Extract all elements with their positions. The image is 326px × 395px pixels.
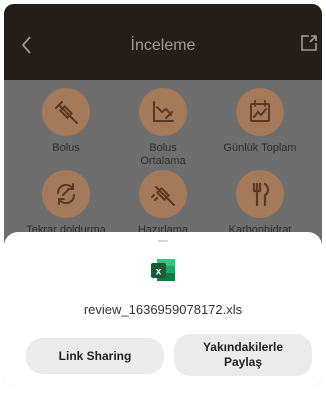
fork-knife-icon [236,170,284,218]
page-title: İnceleme [130,37,196,54]
tile-daily-total[interactable]: Günlük Toplam [212,88,308,155]
share-button[interactable] [300,34,318,52]
chart-average-icon [139,88,187,136]
svg-text:x: x [156,267,162,278]
nearby-share-button[interactable]: Yakındakilerle Paylaş [174,334,312,376]
link-sharing-button[interactable]: Link Sharing [26,338,164,374]
tile-label: Günlük Toplam [223,142,297,154]
app-screen: İnceleme Bolus Bolus Ortalama Günlük Top… [4,4,322,387]
syringe-icon [42,88,90,136]
link-sharing-label: Link Sharing [58,348,132,363]
tile-label: Bolus Ortalama [140,142,186,167]
share-external-icon [301,35,317,51]
app-header: İnceleme [4,4,322,80]
tile-refill[interactable]: Tekrar doldurma [18,170,114,237]
tile-bolus[interactable]: Bolus [18,88,114,155]
prime-syringe-icon [139,170,187,218]
tile-bolus-average[interactable]: Bolus Ortalama [115,88,211,168]
tile-label: Bolus [52,142,80,154]
calendar-chart-icon [236,88,284,136]
tile-prime[interactable]: Hazırlama [115,170,211,237]
refill-icon [42,170,90,218]
excel-file-icon: x [149,256,177,284]
file-name: review_1636959078172.xls [83,302,243,317]
share-sheet: x review_1636959078172.xls Link Sharing … [4,232,322,387]
tile-carbohydrate[interactable]: Karbonhidrat [212,170,308,237]
nearby-share-label: Yakındakilerle Paylaş [202,340,284,369]
sheet-drag-handle[interactable] [158,240,168,242]
